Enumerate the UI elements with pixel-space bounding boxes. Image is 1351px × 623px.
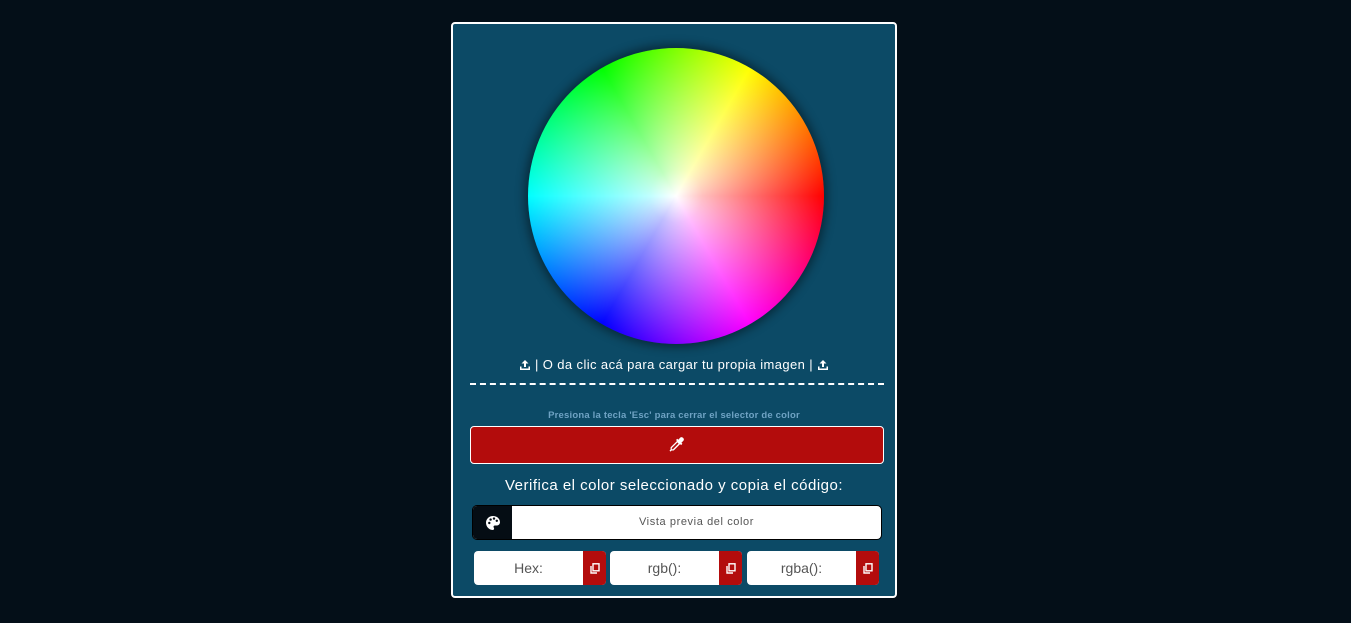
rgba-field: rgba(): [747,551,879,585]
copy-rgba-button[interactable] [856,551,879,585]
color-preview: Vista previa del color [472,505,882,540]
upload-icon [818,360,829,370]
rgb-label: rgb(): [647,560,682,576]
copy-icon [725,562,736,574]
copy-icon [589,562,600,574]
copy-hex-button[interactable] [583,551,606,585]
eyedropper-icon [669,437,684,452]
color-codes: Hex: rgb(): rgba(): [474,551,879,585]
copy-rgb-button[interactable] [719,551,742,585]
color-wheel[interactable] [528,48,824,344]
eyedropper-button[interactable] [470,426,884,464]
preview-swatch [473,506,512,539]
upload-icon [519,360,530,370]
copy-icon [862,562,873,574]
palette-icon [485,515,500,530]
verify-title: Verifica el color seleccionado y copia e… [504,477,843,494]
dashed-divider [470,383,884,385]
rgb-field: rgb(): [610,551,742,585]
hex-field: Hex: [474,551,606,585]
rgba-label: rgba(): [780,560,823,576]
hex-label: Hex: [514,560,543,576]
color-picker-panel: | O da clic acá para cargar tu propia im… [451,22,897,598]
preview-label: Vista previa del color [638,516,755,528]
esc-hint: Presiona la tecla 'Esc' para cerrar el s… [548,410,800,421]
upload-image-link[interactable]: | O da clic acá para cargar tu propia im… [453,357,895,372]
upload-label: | O da clic acá para cargar tu propia im… [530,357,818,372]
